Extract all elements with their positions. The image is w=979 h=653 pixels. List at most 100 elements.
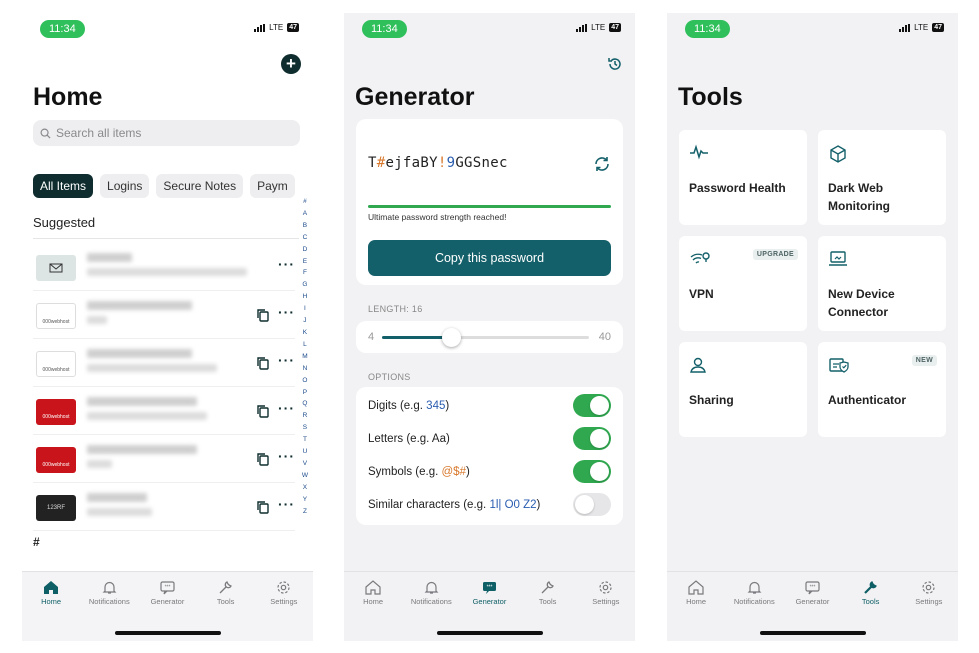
tab-notifications[interactable]: Notifications — [80, 580, 138, 606]
alphabet-index[interactable]: # A B C D E F G H I J K L M N O P Q R S T U V W X Y Z — [302, 196, 308, 517]
alphabet-letter[interactable]: D — [303, 244, 308, 256]
add-item-button[interactable]: + — [281, 54, 301, 74]
list-item[interactable]: 000webhost ··· — [33, 387, 295, 435]
tool-sharing[interactable]: Sharing — [679, 342, 807, 437]
tab-tools[interactable]: Tools — [519, 580, 577, 606]
letters-toggle[interactable] — [573, 427, 611, 450]
status-time: 11:34 — [685, 20, 730, 38]
tab-notifications[interactable]: Notifications — [402, 580, 460, 606]
home-screen: 11:34 LTE 47 + Home Search all items All… — [22, 13, 313, 641]
alphabet-letter[interactable]: U — [303, 446, 308, 458]
alphabet-letter[interactable]: X — [303, 482, 307, 494]
more-options-icon[interactable]: ··· — [278, 304, 295, 320]
alphabet-letter[interactable]: G — [302, 279, 307, 291]
home-icon — [365, 580, 381, 595]
tab-home[interactable]: Home — [22, 580, 80, 606]
length-slider-card: 4 40 — [356, 321, 623, 353]
tool-dark-web-monitoring[interactable]: Dark Web Monitoring — [818, 130, 946, 225]
tab-notifications[interactable]: Notifications — [725, 580, 783, 606]
tab-generator[interactable]: *** Generator — [783, 580, 841, 606]
mail-icon — [36, 255, 76, 281]
list-item[interactable]: 000webhost ··· — [33, 435, 295, 483]
more-options-icon[interactable]: ··· — [278, 400, 295, 416]
copy-password-button[interactable]: Copy this password — [368, 240, 611, 276]
option-symbols: Symbols (e.g. @$#) — [368, 455, 611, 488]
length-slider[interactable] — [382, 328, 589, 347]
list-item[interactable]: 000webhost ··· — [33, 339, 295, 387]
alphabet-letter[interactable]: R — [303, 410, 308, 422]
alphabet-letter[interactable]: J — [303, 315, 306, 327]
password-card: T#ejfaBY!9GGSnec Ultimate password stren… — [356, 119, 623, 285]
home-icon — [44, 581, 59, 594]
history-icon[interactable] — [607, 56, 623, 72]
more-options-icon[interactable]: ··· — [278, 496, 295, 512]
alphabet-letter[interactable]: W — [302, 470, 308, 482]
more-options-icon[interactable]: ··· — [278, 448, 295, 464]
search-icon — [40, 128, 51, 139]
alphabet-letter[interactable]: A — [303, 208, 307, 220]
list-item[interactable]: 123RF ··· — [33, 483, 295, 531]
alphabet-letter[interactable]: P — [303, 387, 307, 399]
alphabet-letter[interactable]: V — [303, 458, 307, 470]
search-placeholder: Search all items — [56, 126, 142, 140]
tab-generator[interactable]: *** Generator — [138, 580, 196, 606]
tab-settings[interactable]: Settings — [255, 580, 313, 606]
tab-settings[interactable]: Settings — [577, 580, 635, 606]
copy-icon[interactable] — [256, 308, 269, 322]
tool-vpn[interactable]: VPN UPGRADE — [679, 236, 807, 331]
symbols-toggle[interactable] — [573, 460, 611, 483]
network-label: LTE — [914, 23, 929, 32]
copy-icon[interactable] — [256, 452, 269, 466]
wifi-pin-icon — [690, 252, 710, 264]
tool-password-health[interactable]: Password Health — [679, 130, 807, 225]
more-options-icon[interactable]: ··· — [278, 352, 295, 368]
tab-generator[interactable]: *** Generator — [460, 580, 518, 606]
alphabet-letter[interactable]: O — [302, 375, 307, 387]
tab-home[interactable]: Home — [667, 580, 725, 606]
tab-tools[interactable]: Tools — [197, 580, 255, 606]
copy-icon[interactable] — [256, 356, 269, 370]
alphabet-letter[interactable]: E — [303, 256, 307, 268]
alphabet-letter[interactable]: S — [303, 422, 307, 434]
strength-label: Ultimate password strength reached! — [368, 212, 507, 222]
alphabet-letter[interactable]: H — [303, 291, 308, 303]
list-item[interactable]: ··· — [33, 243, 295, 291]
alphabet-letter[interactable]: I — [304, 303, 306, 315]
alphabet-letter[interactable]: T — [303, 434, 307, 446]
length-min: 4 — [368, 331, 375, 343]
copy-icon[interactable] — [256, 404, 269, 418]
tab-settings[interactable]: Settings — [900, 580, 958, 606]
alphabet-letter[interactable]: # — [303, 196, 307, 208]
tab-home[interactable]: Home — [344, 580, 402, 606]
chip-payments[interactable]: Paym — [250, 174, 295, 198]
copy-icon[interactable] — [256, 500, 269, 514]
tool-new-device-connector[interactable]: New Device Connector — [818, 236, 946, 331]
list-item[interactable]: 000webhost ··· — [33, 291, 295, 339]
chip-all-items[interactable]: All Items — [33, 174, 94, 198]
alphabet-letter[interactable]: N — [303, 363, 308, 375]
alphabet-letter[interactable]: Z — [303, 506, 307, 518]
digits-toggle[interactable] — [573, 394, 611, 417]
tool-authenticator[interactable]: Authenticator NEW — [818, 342, 946, 437]
search-input[interactable]: Search all items — [33, 120, 300, 146]
shield-check-icon — [829, 358, 849, 373]
chip-logins[interactable]: Logins — [100, 174, 150, 198]
generator-icon: *** — [805, 581, 820, 595]
alphabet-letter[interactable]: L — [303, 339, 307, 351]
more-options-icon[interactable]: ··· — [278, 256, 295, 272]
alphabet-letter[interactable]: K — [303, 327, 307, 339]
refresh-icon[interactable] — [593, 155, 611, 173]
similar-characters-toggle[interactable] — [573, 493, 611, 516]
tools-screen: 11:34 LTE 47 Tools Password Health Dark … — [667, 13, 958, 641]
alphabet-letter[interactable]: Q — [302, 398, 307, 410]
divider — [33, 238, 299, 239]
alphabet-letter[interactable]: Y — [303, 494, 307, 506]
slider-knob[interactable] — [442, 328, 461, 347]
tab-tools[interactable]: Tools — [842, 580, 900, 606]
chip-secure-notes[interactable]: Secure Notes — [156, 174, 244, 198]
alphabet-letter[interactable]: M — [302, 351, 307, 363]
alphabet-letter[interactable]: F — [303, 267, 307, 279]
alphabet-letter[interactable]: C — [303, 232, 308, 244]
generated-password[interactable]: T#ejfaBY!9GGSnec — [368, 155, 508, 171]
alphabet-letter[interactable]: B — [303, 220, 307, 232]
